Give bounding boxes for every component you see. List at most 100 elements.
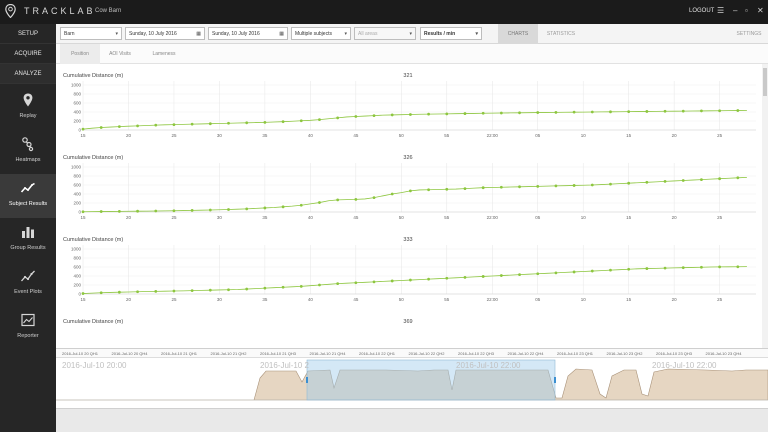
data-point — [136, 290, 139, 294]
x-tick-label: 25 — [717, 297, 723, 302]
data-point — [336, 198, 340, 202]
data-point — [390, 192, 394, 196]
areas-select[interactable]: All areas ▾ — [354, 27, 416, 40]
data-point — [245, 121, 249, 125]
data-point — [681, 266, 685, 270]
timeline-label: 2016-Jul-10 2 — [260, 361, 309, 370]
sidebar: SETUP ACQUIRE ANALYZE Replay Heatmaps Su… — [0, 24, 56, 432]
data-point — [718, 177, 722, 181]
close-icon[interactable]: ✕ — [757, 6, 764, 16]
reporter-icon — [21, 313, 35, 327]
data-point — [718, 265, 722, 269]
timeline-tick-label: 2016-Jul-10 21 QH3 — [260, 351, 297, 356]
sidebar-item-heatmaps[interactable]: Heatmaps — [0, 130, 56, 174]
tab-statistics[interactable]: STATISTICS — [538, 24, 584, 44]
nav-acquire[interactable]: ACQUIRE — [0, 44, 56, 64]
nav-analyze[interactable]: ANALYZE — [0, 64, 56, 84]
series-line — [82, 110, 747, 130]
data-point — [208, 208, 212, 212]
data-point — [281, 205, 285, 209]
y-tick-label: 0 — [78, 292, 81, 297]
chevron-down-icon: ▾ — [115, 31, 118, 37]
restore-icon[interactable]: ▫ — [745, 6, 748, 16]
hamburger-icon[interactable]: ☰ — [717, 6, 724, 16]
sidebar-item-group-results[interactable]: Group Results — [0, 218, 56, 262]
tab-position[interactable]: Position — [60, 44, 100, 64]
x-tick-label: 20 — [672, 215, 678, 220]
tab-aoi-visits[interactable]: AOI Visits — [100, 44, 140, 64]
data-point — [99, 210, 103, 213]
tab-charts[interactable]: CHARTS — [498, 24, 538, 44]
app-name: TRACKLAB — [24, 6, 96, 16]
tab-lameness[interactable]: Lameness — [142, 44, 186, 64]
data-point — [427, 188, 430, 192]
tab-settings[interactable]: SETTINGS — [732, 24, 766, 44]
charts-scrollbar[interactable] — [762, 64, 768, 348]
data-point — [299, 119, 303, 123]
logout-button[interactable]: LOGOUT — [689, 8, 714, 14]
minimize-icon[interactable]: – — [733, 6, 737, 16]
selection-handle-left — [306, 377, 308, 383]
timeline-tick-label: 2016-Jul-10 20 QH1 — [62, 351, 99, 356]
data-point — [627, 110, 631, 114]
data-point — [645, 267, 649, 270]
x-tick-label: 50 — [399, 215, 405, 220]
x-tick-label: 50 — [399, 133, 405, 138]
x-tick-label: 35 — [262, 297, 268, 302]
x-tick-label: 30 — [217, 215, 223, 220]
event-plot-icon — [21, 270, 35, 282]
y-tick-label: 0 — [78, 128, 81, 133]
filter-toolbar: Barn ▾ Sunday, 10 July 2016 ▦ Sunday, 10… — [56, 24, 768, 44]
sidebar-item-replay[interactable]: Replay — [0, 86, 56, 130]
data-point — [99, 291, 103, 295]
data-point — [318, 201, 321, 204]
data-point — [463, 275, 467, 279]
start-date-picker[interactable]: Sunday, 10 July 2016 ▦ — [125, 27, 205, 40]
data-point — [136, 124, 139, 128]
data-point — [645, 110, 649, 113]
data-point — [554, 271, 558, 275]
location-select[interactable]: Barn ▾ — [60, 27, 122, 40]
subjects-select[interactable]: Multiple subjects ▾ — [291, 27, 351, 40]
chevron-down-icon: ▾ — [344, 31, 347, 37]
data-point — [499, 185, 503, 189]
timeline-tick-label: 2016-Jul-10 22 QH4 — [507, 351, 544, 356]
end-date-value: Sunday, 10 July 2016 — [212, 31, 260, 37]
sidebar-item-subject-results[interactable]: Subject Results — [0, 174, 56, 218]
y-tick-label: 200 — [73, 201, 81, 206]
end-date-picker[interactable]: Sunday, 10 July 2016 ▦ — [208, 27, 288, 40]
timeline-tick-label: 2016-Jul-10 22 QH1 — [359, 351, 396, 356]
areas-value: All areas — [358, 31, 378, 37]
data-point — [409, 113, 412, 116]
data-point — [481, 186, 485, 190]
x-tick-label: 22:00 — [487, 215, 499, 220]
timeline-tick-label: 2016-Jul-10 23 QH2 — [606, 351, 643, 356]
data-point — [572, 110, 576, 114]
sidebar-item-event-plots[interactable]: Event Plots — [0, 262, 56, 306]
data-point — [172, 123, 176, 126]
chart-title: 333 — [403, 237, 412, 243]
x-tick-label: 25 — [171, 133, 177, 138]
x-tick-label: 40 — [308, 133, 314, 138]
data-point — [354, 198, 358, 201]
x-tick-label: 22:00 — [487, 133, 499, 138]
timeline-tick-label: 2016-Jul-10 21 QH4 — [309, 351, 346, 356]
results-select[interactable]: Results / min ▾ — [420, 27, 482, 40]
sidebar-item-label: Replay — [19, 113, 37, 119]
data-point — [700, 109, 703, 113]
y-tick-label: 200 — [73, 283, 81, 288]
x-tick-label: 45 — [353, 215, 359, 220]
y-tick-label: 600 — [73, 265, 81, 270]
sidebar-item-label: Group Results — [10, 245, 46, 251]
y-tick-label: 400 — [73, 274, 81, 279]
data-point — [372, 280, 376, 284]
nav-setup[interactable]: SETUP — [0, 24, 56, 44]
data-point — [681, 179, 685, 182]
trend-line-icon — [20, 182, 35, 193]
data-point — [263, 206, 267, 210]
x-tick-label: 45 — [353, 297, 359, 302]
view-subtabs: Position AOI Visits Lameness — [56, 44, 768, 64]
sidebar-item-reporter[interactable]: Reporter — [0, 306, 56, 350]
scrollbar-thumb[interactable] — [763, 68, 767, 96]
data-point — [372, 196, 376, 200]
